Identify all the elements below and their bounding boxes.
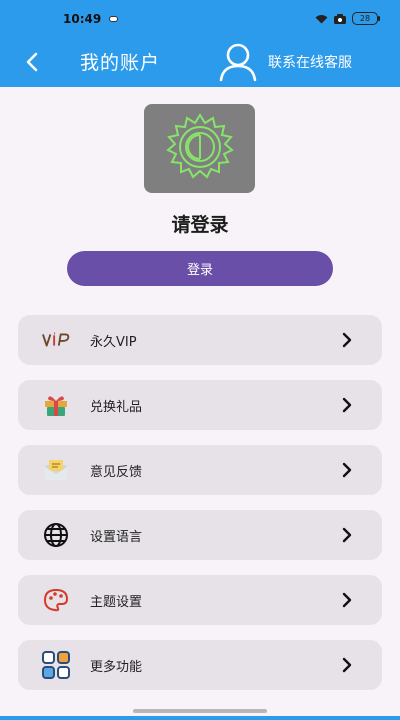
home-indicator[interactable] (133, 709, 267, 713)
feedback-mail-icon (42, 457, 70, 483)
app-bar: 10:49 28 我的账户 联系在线客服 (0, 0, 400, 87)
user-icon[interactable] (217, 42, 259, 82)
gift-icon (42, 392, 70, 418)
vip-icon (42, 327, 70, 353)
login-button[interactable]: 登录 (67, 251, 333, 286)
chevron-right-icon (342, 397, 352, 413)
page-title: 我的账户 (80, 52, 161, 74)
avatar (144, 104, 255, 193)
battery-indicator: 28 (352, 12, 380, 25)
menu-item-theme[interactable]: 主题设置 (18, 575, 382, 625)
menu-item-language[interactable]: 设置语言 (18, 510, 382, 560)
chevron-right-icon (342, 332, 352, 348)
menu-item-label: 更多功能 (90, 660, 143, 675)
chevron-right-icon (342, 592, 352, 608)
cloud-icon (109, 16, 118, 22)
menu-item-label: 意见反馈 (90, 465, 143, 480)
camera-icon (334, 13, 346, 24)
bottom-bar (0, 716, 400, 720)
sun-logo-icon (165, 112, 234, 179)
customer-service-link[interactable]: 联系在线客服 (268, 52, 352, 72)
menu-item-label: 兑换礼品 (90, 400, 143, 415)
status-icons: 28 (315, 12, 380, 25)
chevron-right-icon (342, 657, 352, 673)
chevron-left-icon (26, 52, 38, 72)
menu-item-label: 主题设置 (90, 595, 143, 610)
status-time: 10:49 (63, 12, 102, 26)
chevron-right-icon (342, 527, 352, 543)
palette-icon (42, 587, 70, 613)
menu-item-label: 设置语言 (90, 530, 143, 545)
menu-item-gift[interactable]: 兑换礼品 (18, 380, 382, 430)
status-bar: 10:49 28 (0, 0, 400, 40)
menu-item-feedback[interactable]: 意见反馈 (18, 445, 382, 495)
menu-item-more[interactable]: 更多功能 (18, 640, 382, 690)
wifi-icon (315, 14, 328, 24)
chevron-right-icon (342, 462, 352, 478)
back-button[interactable] (16, 46, 48, 78)
login-prompt: 请登录 (171, 214, 229, 236)
globe-icon (42, 522, 70, 548)
menu-item-vip[interactable]: 永久VIP (18, 315, 382, 365)
apps-grid-icon (42, 651, 70, 679)
menu-item-label: 永久VIP (90, 335, 137, 350)
